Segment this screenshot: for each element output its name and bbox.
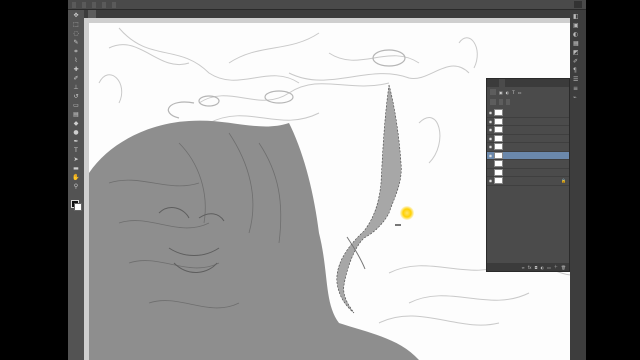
delete-layer-icon[interactable]: 🗑 [561, 265, 566, 270]
dock-icons: ◧ ▣ ◐ ▦ ◩ ✐ ¶ ☰ ≡ ⌁ [573, 14, 583, 104]
move-tool-icon[interactable]: ✥ [71, 12, 81, 19]
transform-readout-tooltip [395, 224, 401, 226]
new-layer-icon[interactable]: ＋ [554, 264, 558, 270]
background-color-swatch[interactable] [74, 203, 82, 211]
options-chip[interactable] [72, 1, 76, 8]
blur-tool-icon[interactable]: ◆ [71, 120, 81, 127]
filter-shape-icon[interactable]: ▭ [518, 90, 522, 95]
layers-list: ◉ ◉ ◉ ◉ ◉ ◉ ◉ 🔒 [487, 109, 569, 186]
layer-thumbnail [494, 151, 503, 159]
lock-icon: 🔒 [561, 178, 566, 184]
type-tool-icon[interactable]: T [71, 147, 81, 154]
visibility-eye-icon[interactable]: ◉ [487, 127, 494, 132]
panel-tabs [487, 79, 569, 87]
gradient-tool-icon[interactable]: ▤ [71, 111, 81, 118]
pen-tool-icon[interactable]: ✒ [71, 138, 81, 145]
visibility-eye-icon[interactable]: ◉ [487, 178, 494, 183]
brush-presets-icon[interactable]: ✐ [573, 59, 581, 65]
layer-row[interactable]: ◉ [487, 134, 569, 143]
zoom-tool-icon[interactable]: ⚲ [71, 183, 81, 190]
layer-row-background[interactable]: ◉ 🔒 [487, 177, 569, 186]
quick-select-tool-icon[interactable]: ✎ [71, 39, 81, 46]
layers-footer: ∞ fx ◘ ◐ ▭ ＋ 🗑 [487, 263, 569, 271]
cursor-highlight [400, 206, 414, 220]
swatches-icon[interactable]: ▦ [573, 41, 581, 47]
kind-filter-select[interactable] [490, 89, 496, 95]
crop-tool-icon[interactable]: ⌗ [71, 48, 81, 55]
letterbox-left [0, 0, 68, 360]
letterbox-right [586, 0, 640, 360]
layer-row[interactable]: ◉ [487, 126, 569, 135]
layer-row[interactable] [487, 160, 569, 169]
options-chip[interactable] [92, 1, 96, 8]
layer-thumbnail [494, 168, 503, 176]
layer-thumbnail [494, 143, 503, 151]
filter-pixel-icon[interactable]: ▣ [499, 90, 503, 95]
marquee-tool-icon[interactable]: ⬚ [71, 21, 81, 28]
visibility-eye-icon[interactable]: ◉ [487, 144, 494, 149]
path-select-icon[interactable]: ➤ [71, 156, 81, 163]
layer-thumbnail [494, 126, 503, 134]
shape-tool-icon[interactable]: ▬ [71, 165, 81, 172]
layers-panel: ▣ ◐ T ▭ ◉ ◉ ◉ ◉ ◉ ◉ ◉ 🔒 ∞ fx ◘ ◐ ▭ ＋ 🗑 [486, 78, 570, 272]
layer-row-selected[interactable]: ◉ [487, 151, 569, 160]
visibility-eye-icon[interactable]: ◉ [487, 136, 494, 141]
paragraph-icon[interactable]: ¶ [573, 68, 581, 74]
filter-type-icon[interactable]: T [512, 90, 514, 95]
new-adjustment-icon[interactable]: ◐ [541, 265, 545, 270]
visibility-eye-icon[interactable]: ◉ [487, 119, 494, 124]
history-icon[interactable]: ◧ [573, 14, 581, 20]
opacity-field[interactable] [499, 99, 503, 105]
tools-panel: ✥ ⬚ ◌ ✎ ⌗ ⌇ ✚ ✐ ⊥ ↺ ▭ ▤ ◆ ● ✒ T ➤ ▬ ✋ ⚲ [68, 10, 85, 360]
blend-mode-select[interactable] [490, 99, 496, 105]
layer-row[interactable]: ◉ [487, 109, 569, 118]
properties-icon[interactable]: ▣ [573, 23, 581, 29]
clone-stamp-icon[interactable]: ⊥ [71, 84, 81, 91]
filter-adjust-icon[interactable]: ◐ [506, 90, 510, 95]
options-chip[interactable] [112, 1, 116, 8]
fill-field[interactable] [506, 99, 510, 105]
panel-tab-layers[interactable] [499, 79, 505, 87]
history-brush-icon[interactable]: ↺ [71, 93, 81, 100]
workspace-switcher[interactable] [574, 1, 582, 8]
lasso-tool-icon[interactable]: ◌ [71, 30, 81, 37]
adjustments-icon[interactable]: ◐ [573, 32, 581, 38]
photoshop-window: ✥ ⬚ ◌ ✎ ⌗ ⌇ ✚ ✐ ⊥ ↺ ▭ ▤ ◆ ● ✒ T ➤ ▬ ✋ ⚲ [0, 0, 640, 360]
link-layers-icon[interactable]: ∞ [521, 265, 524, 270]
layer-filter-row: ▣ ◐ T ▭ [487, 87, 569, 97]
layer-thumbnail [494, 134, 503, 142]
new-group-icon[interactable]: ▭ [547, 265, 551, 270]
eyedropper-tool-icon[interactable]: ⌇ [71, 57, 81, 64]
layer-thumbnail [494, 177, 503, 185]
hand-tool-icon[interactable]: ✋ [71, 174, 81, 181]
document-tabs [84, 10, 586, 18]
layer-thumbnail [494, 109, 503, 117]
visibility-eye-icon[interactable]: ◉ [487, 110, 494, 115]
paths-icon[interactable]: ⌁ [573, 95, 581, 101]
layer-row[interactable]: ◉ [487, 117, 569, 126]
layers-icon[interactable]: ☰ [573, 77, 581, 83]
layer-thumbnail [494, 117, 503, 125]
layer-row[interactable] [487, 168, 569, 177]
blend-row [487, 97, 569, 107]
styles-icon[interactable]: ◩ [573, 50, 581, 56]
visibility-eye-icon[interactable]: ◉ [487, 153, 494, 158]
dodge-tool-icon[interactable]: ● [71, 129, 81, 136]
eraser-tool-icon[interactable]: ▭ [71, 102, 81, 109]
add-mask-icon[interactable]: ◘ [534, 265, 537, 270]
layer-style-icon[interactable]: fx [528, 265, 532, 270]
options-chip[interactable] [82, 1, 86, 8]
layer-thumbnail [494, 160, 503, 168]
options-chip[interactable] [102, 1, 106, 8]
brush-tool-icon[interactable]: ✐ [71, 75, 81, 82]
options-bar [68, 0, 586, 10]
healing-brush-icon[interactable]: ✚ [71, 66, 81, 73]
document-tab[interactable] [88, 10, 96, 18]
channels-icon[interactable]: ≡ [573, 86, 581, 92]
layer-row[interactable]: ◉ [487, 143, 569, 152]
